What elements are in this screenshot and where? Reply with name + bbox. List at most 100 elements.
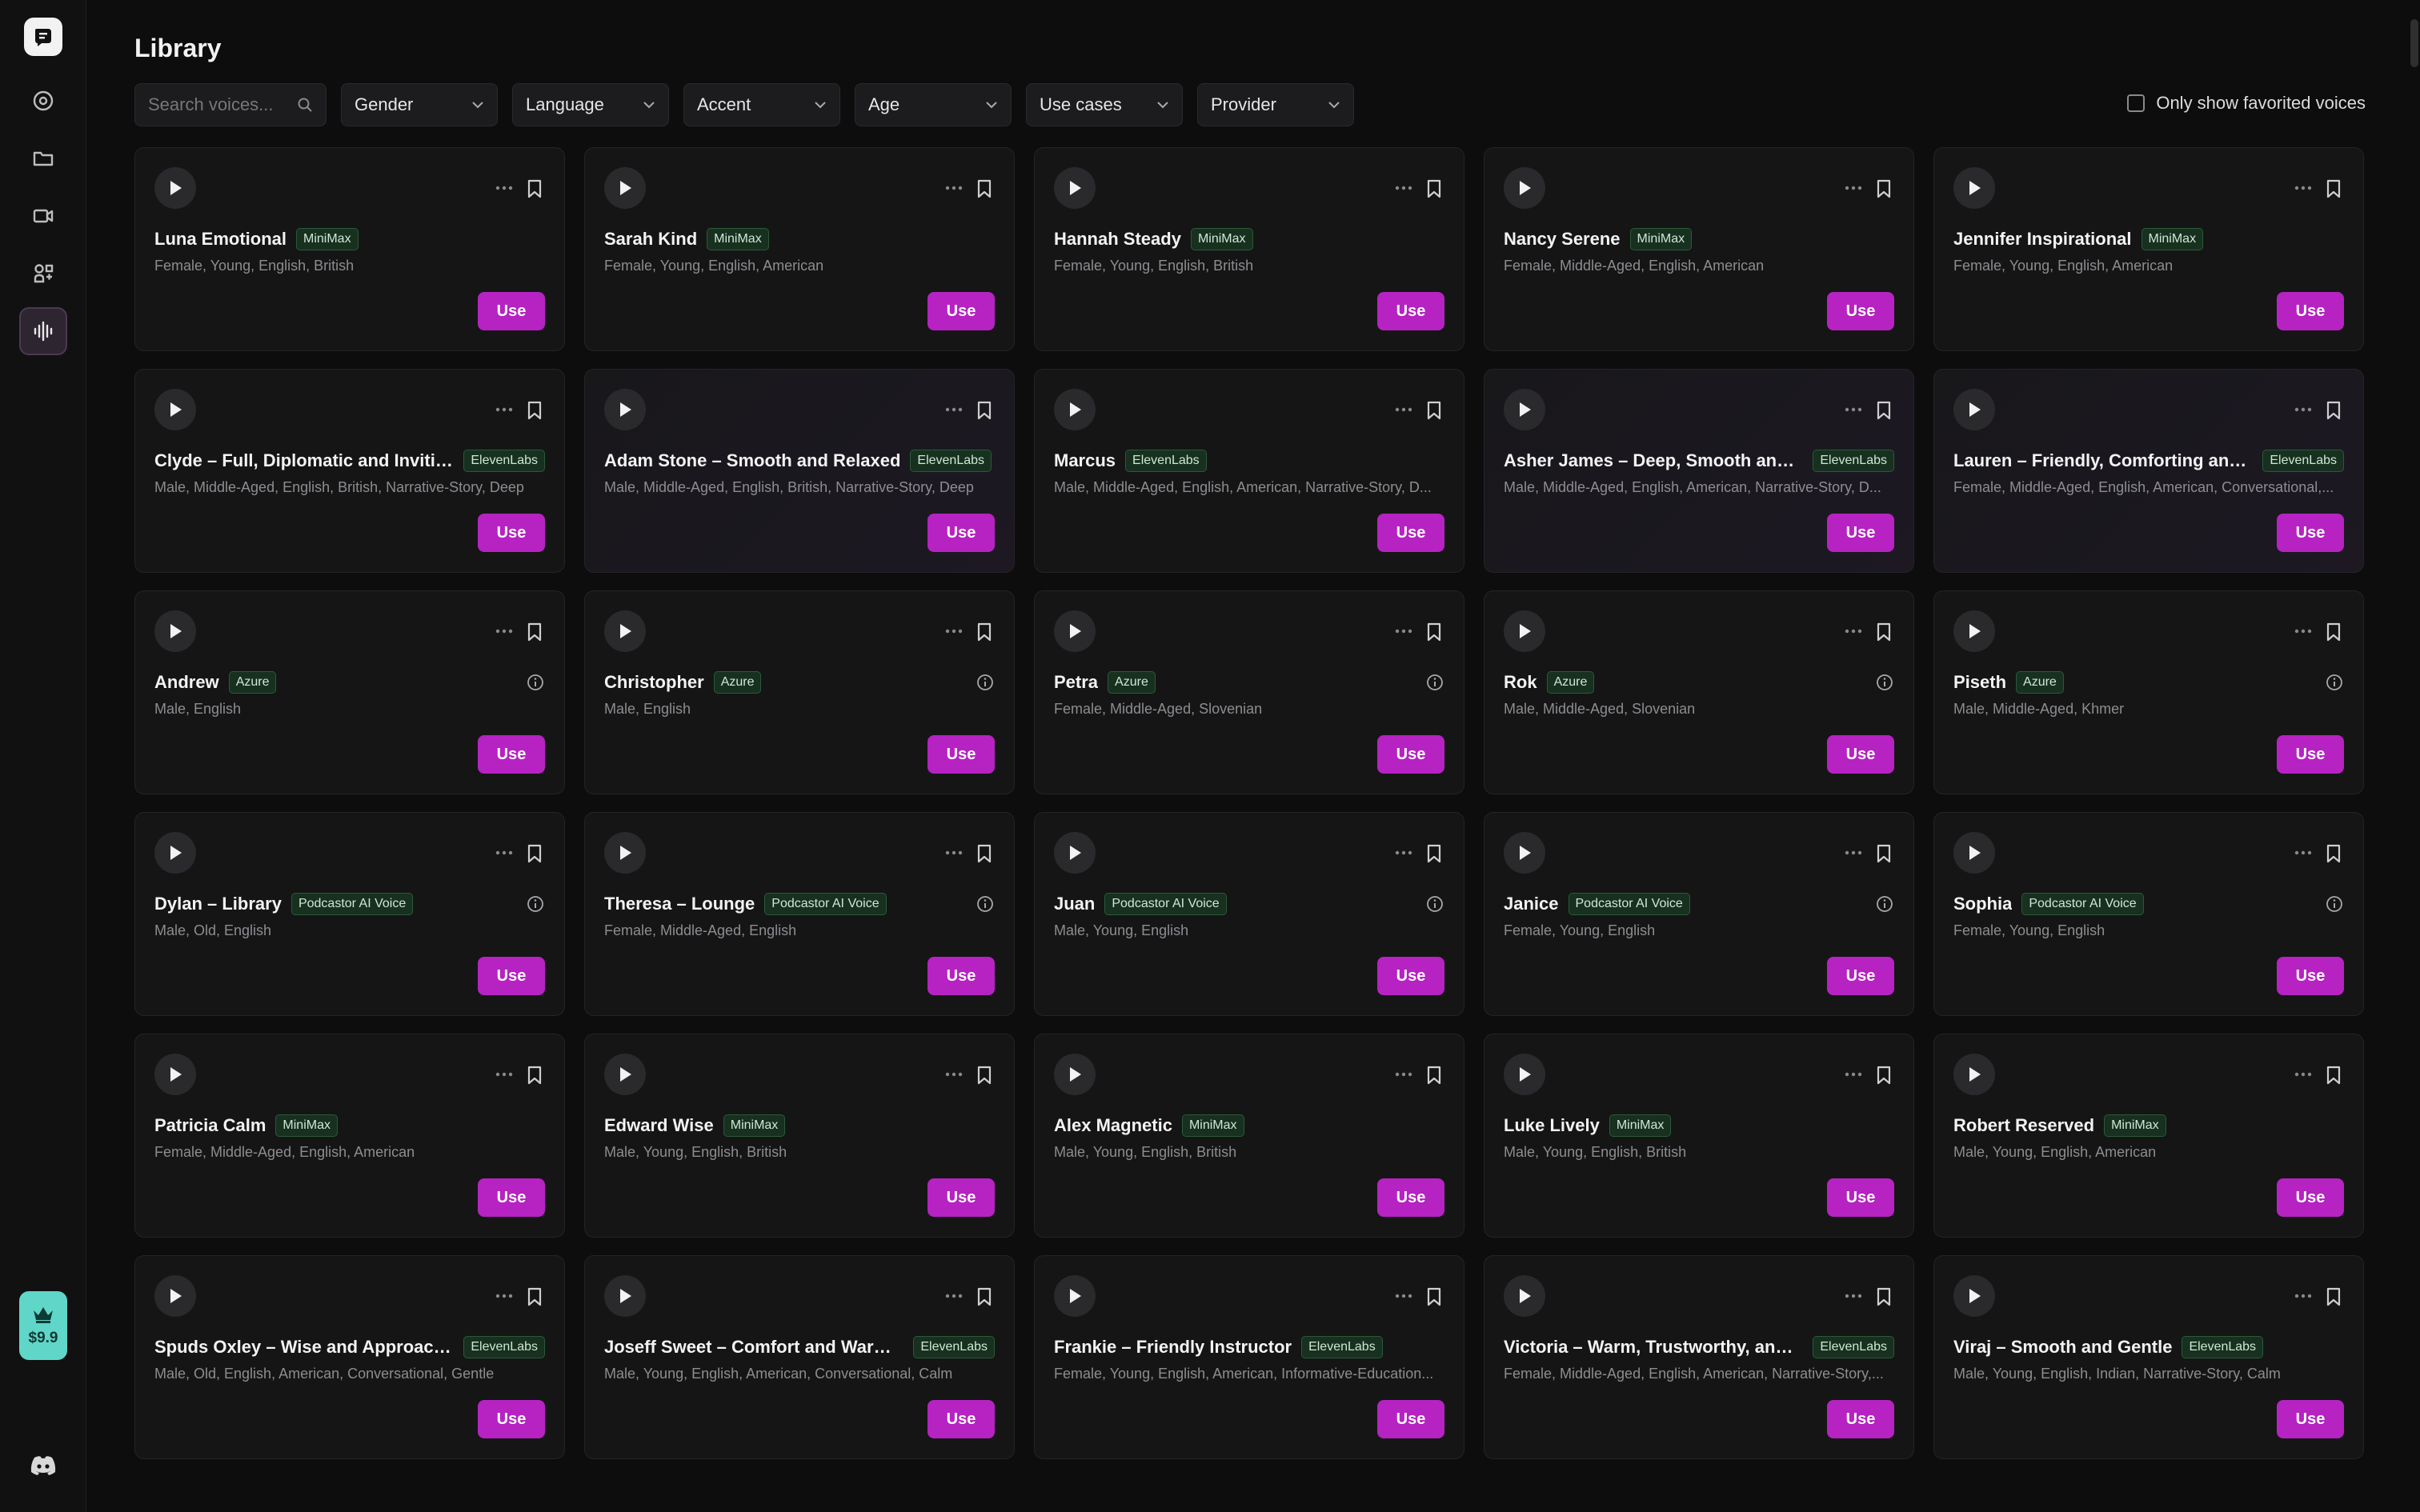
voice-card[interactable]: Hannah Steady MiniMax Female, Young, Eng… — [1034, 147, 1464, 351]
more-options-icon[interactable] — [2291, 400, 2315, 419]
more-options-icon[interactable] — [1392, 400, 1416, 419]
bookmark-icon[interactable] — [974, 1063, 995, 1087]
use-cases-filter[interactable]: Use cases — [1026, 83, 1183, 126]
bookmark-icon[interactable] — [1424, 842, 1444, 866]
use-button[interactable]: Use — [2277, 1178, 2344, 1217]
accent-filter[interactable]: Accent — [683, 83, 840, 126]
play-button[interactable] — [1054, 1054, 1096, 1095]
more-options-icon[interactable] — [1392, 843, 1416, 862]
bookmark-icon[interactable] — [2323, 842, 2344, 866]
bookmark-icon[interactable] — [524, 177, 545, 201]
play-button[interactable] — [154, 610, 196, 652]
play-button[interactable] — [1953, 610, 1995, 652]
use-button[interactable]: Use — [928, 735, 995, 774]
voice-card[interactable]: Rok Azure Male, Middle-Aged, Slovenian U… — [1484, 590, 1914, 794]
use-button[interactable]: Use — [478, 292, 545, 330]
folder-icon[interactable] — [19, 134, 67, 182]
voice-card[interactable]: Nancy Serene MiniMax Female, Middle-Aged… — [1484, 147, 1914, 351]
bookmark-icon[interactable] — [1424, 620, 1444, 644]
bookmark-icon[interactable] — [524, 1063, 545, 1087]
voice-card[interactable]: Juan Podcastor AI Voice Male, Young, Eng… — [1034, 812, 1464, 1016]
voice-card[interactable]: Theresa – Lounge Podcastor AI Voice Fema… — [584, 812, 1015, 1016]
bookmark-icon[interactable] — [974, 842, 995, 866]
bookmark-icon[interactable] — [1424, 1285, 1444, 1309]
play-button[interactable] — [1504, 832, 1545, 874]
play-button[interactable] — [154, 389, 196, 430]
age-filter[interactable]: Age — [855, 83, 1012, 126]
play-button[interactable] — [1953, 1275, 1995, 1317]
home-icon[interactable] — [19, 77, 67, 125]
voice-card[interactable]: Asher James – Deep, Smooth and Ro... Ele… — [1484, 369, 1914, 573]
bookmark-icon[interactable] — [1873, 620, 1894, 644]
voice-card[interactable]: Adam Stone – Smooth and Relaxed ElevenLa… — [584, 369, 1015, 573]
gender-filter[interactable]: Gender — [341, 83, 498, 126]
more-options-icon[interactable] — [1392, 1286, 1416, 1306]
play-button[interactable] — [1054, 832, 1096, 874]
bookmark-icon[interactable] — [974, 1285, 995, 1309]
more-options-icon[interactable] — [1841, 1065, 1865, 1084]
use-button[interactable]: Use — [928, 514, 995, 552]
play-button[interactable] — [1953, 167, 1995, 209]
use-button[interactable]: Use — [1827, 735, 1894, 774]
more-options-icon[interactable] — [2291, 843, 2315, 862]
use-button[interactable]: Use — [2277, 514, 2344, 552]
more-options-icon[interactable] — [1841, 400, 1865, 419]
favorites-checkbox[interactable] — [2127, 94, 2146, 112]
play-button[interactable] — [1054, 167, 1096, 209]
search-box[interactable] — [134, 83, 327, 126]
search-input[interactable] — [148, 94, 284, 115]
bookmark-icon[interactable] — [2323, 1285, 2344, 1309]
more-options-icon[interactable] — [492, 1065, 516, 1084]
voice-card[interactable]: Petra Azure Female, Middle-Aged, Sloveni… — [1034, 590, 1464, 794]
use-button[interactable]: Use — [1377, 514, 1444, 552]
voice-card[interactable]: Viraj – Smooth and Gentle ElevenLabs Mal… — [1933, 1255, 2364, 1459]
use-button[interactable]: Use — [1377, 1400, 1444, 1438]
bookmark-icon[interactable] — [974, 177, 995, 201]
upgrade-badge[interactable]: $9.9 — [19, 1291, 67, 1360]
bookmark-icon[interactable] — [1424, 177, 1444, 201]
voice-library-icon[interactable] — [19, 307, 67, 355]
voice-card[interactable]: Lauren – Friendly, Comforting and Soft E… — [1933, 369, 2364, 573]
bookmark-icon[interactable] — [1873, 177, 1894, 201]
play-button[interactable] — [604, 610, 646, 652]
voice-card[interactable]: Victoria – Warm, Trustworthy, and Re... … — [1484, 1255, 1914, 1459]
play-button[interactable] — [604, 832, 646, 874]
more-options-icon[interactable] — [492, 622, 516, 641]
play-button[interactable] — [604, 1054, 646, 1095]
bookmark-icon[interactable] — [524, 842, 545, 866]
use-button[interactable]: Use — [478, 957, 545, 995]
voice-card[interactable]: Sophia Podcastor AI Voice Female, Young,… — [1933, 812, 2364, 1016]
more-options-icon[interactable] — [1841, 1286, 1865, 1306]
bookmark-icon[interactable] — [2323, 398, 2344, 422]
bookmark-icon[interactable] — [1873, 398, 1894, 422]
bookmark-icon[interactable] — [2323, 177, 2344, 201]
favorites-toggle[interactable]: Only show favorited voices — [2127, 93, 2366, 114]
use-button[interactable]: Use — [478, 1178, 545, 1217]
more-options-icon[interactable] — [2291, 1065, 2315, 1084]
bookmark-icon[interactable] — [524, 1285, 545, 1309]
voice-card[interactable]: Alex Magnetic MiniMax Male, Young, Engli… — [1034, 1034, 1464, 1238]
discord-icon[interactable] — [27, 1450, 59, 1482]
play-button[interactable] — [604, 1275, 646, 1317]
use-button[interactable]: Use — [1827, 514, 1894, 552]
play-button[interactable] — [1953, 389, 1995, 430]
voice-card[interactable]: Dylan – Library Podcastor AI Voice Male,… — [134, 812, 565, 1016]
voice-card[interactable]: Clyde – Full, Diplomatic and Inviting El… — [134, 369, 565, 573]
bookmark-icon[interactable] — [2323, 1063, 2344, 1087]
play-button[interactable] — [154, 832, 196, 874]
more-options-icon[interactable] — [942, 1286, 966, 1306]
play-button[interactable] — [1504, 1054, 1545, 1095]
voice-card[interactable]: Andrew Azure Male, English Use — [134, 590, 565, 794]
use-button[interactable]: Use — [928, 957, 995, 995]
play-button[interactable] — [154, 167, 196, 209]
play-button[interactable] — [1054, 389, 1096, 430]
bookmark-icon[interactable] — [974, 398, 995, 422]
scrollbar-thumb[interactable] — [2410, 19, 2418, 67]
more-options-icon[interactable] — [1392, 1065, 1416, 1084]
bookmark-icon[interactable] — [524, 398, 545, 422]
voice-card[interactable]: Sarah Kind MiniMax Female, Young, Englis… — [584, 147, 1015, 351]
more-options-icon[interactable] — [492, 400, 516, 419]
voice-card[interactable]: Luke Lively MiniMax Male, Young, English… — [1484, 1034, 1914, 1238]
play-button[interactable] — [604, 167, 646, 209]
voice-card[interactable]: Spuds Oxley – Wise and Approachable Elev… — [134, 1255, 565, 1459]
